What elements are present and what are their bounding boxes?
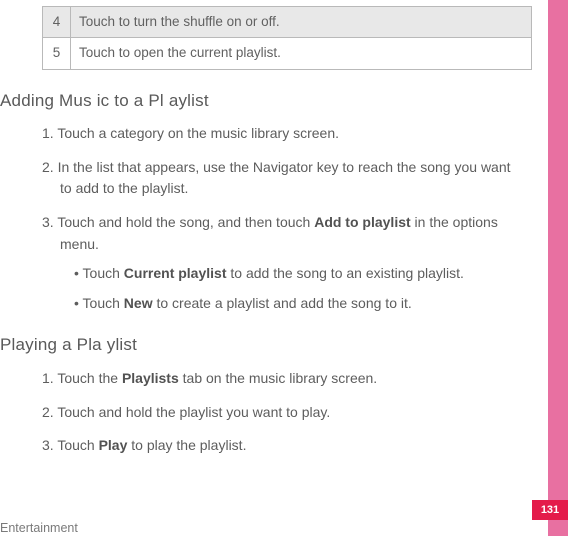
list-item: • Touch Current playlist to add the song… [74, 263, 524, 284]
footer-section-label: Entertainment [0, 519, 78, 538]
section-heading-playing: Playing a Pla ylist [0, 332, 530, 358]
step-bold: Play [99, 437, 128, 453]
step-pre: Touch the [57, 370, 122, 386]
step-num: 3. [42, 214, 54, 230]
step-num: 2. [42, 404, 54, 420]
step-text: Touch a category on the music library sc… [57, 125, 339, 141]
page-content: 4 Touch to turn the shuffle on or off. 5… [0, 0, 548, 542]
section-heading-adding: Adding Mus ic to a Pl aylist [0, 88, 530, 114]
step-pre: Touch [57, 437, 98, 453]
row-text: Touch to open the current playlist. [71, 38, 532, 69]
step-post: to play the playlist. [127, 437, 246, 453]
list-item: 3. Touch Play to play the playlist. [42, 435, 524, 457]
row-text: Touch to turn the shuffle on or off. [71, 7, 532, 38]
adding-bullets: • Touch Current playlist to add the song… [74, 263, 524, 314]
step-num: 3. [42, 437, 54, 453]
step-num: 1. [42, 125, 54, 141]
list-item: 3. Touch and hold the song, and then tou… [42, 212, 524, 314]
list-item: 1. Touch the Playlists tab on the music … [42, 368, 524, 390]
bullet-post: to add the song to an existing playlist. [227, 265, 464, 281]
step-text: Touch and hold the playlist you want to … [57, 404, 330, 420]
side-stripe [548, 0, 568, 536]
bullet-bold: Current playlist [124, 265, 227, 281]
step-bold: Playlists [122, 370, 179, 386]
bullet-post: to create a playlist and add the song to… [153, 295, 412, 311]
bullet-pre: Touch [83, 295, 124, 311]
bullet-pre: Touch [83, 265, 124, 281]
step-pre: Touch and hold the song, and then touch [57, 214, 314, 230]
list-item: • Touch New to create a playlist and add… [74, 293, 524, 314]
step-num: 1. [42, 370, 54, 386]
list-item: 1. Touch a category on the music library… [42, 123, 524, 145]
table-row: 5 Touch to open the current playlist. [43, 38, 532, 69]
adding-steps: 1. Touch a category on the music library… [42, 123, 530, 314]
options-table: 4 Touch to turn the shuffle on or off. 5… [42, 6, 532, 70]
step-post: tab on the music library screen. [179, 370, 377, 386]
playing-steps: 1. Touch the Playlists tab on the music … [42, 368, 530, 457]
row-number: 5 [43, 38, 71, 69]
step-text: In the list that appears, use the Naviga… [58, 159, 511, 197]
bullet-bold: New [124, 295, 153, 311]
step-bold: Add to playlist [314, 214, 410, 230]
step-num: 2. [42, 159, 54, 175]
list-item: 2. In the list that appears, use the Nav… [42, 157, 524, 200]
list-item: 2. Touch and hold the playlist you want … [42, 402, 524, 424]
row-number: 4 [43, 7, 71, 38]
table-row: 4 Touch to turn the shuffle on or off. [43, 7, 532, 38]
